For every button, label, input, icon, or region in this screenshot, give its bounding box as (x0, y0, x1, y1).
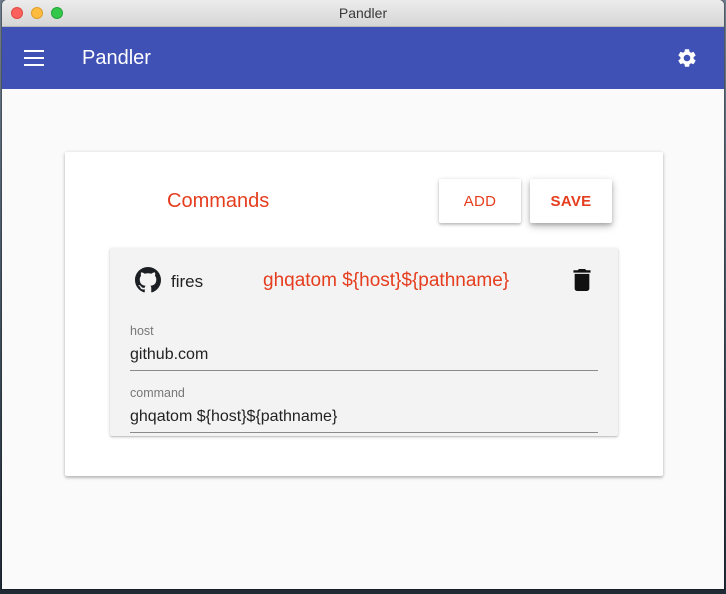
github-icon (135, 267, 161, 293)
host-label: host (130, 324, 154, 338)
window-title: Pandler (338, 5, 388, 21)
menu-icon[interactable] (24, 50, 44, 66)
commands-card: Commands ADD SAVE fires ghqatom ${host}$… (65, 152, 663, 476)
maximize-window-button[interactable] (51, 7, 63, 19)
command-name: fires (171, 272, 204, 291)
app-bar: Pandler (2, 27, 724, 89)
close-window-button[interactable] (11, 7, 23, 19)
save-button[interactable]: SAVE (530, 179, 612, 223)
app-title: Pandler (82, 46, 151, 69)
window-controls (11, 7, 63, 19)
app-window: Pandler Pandler Commands ADD SAVE fires … (2, 0, 724, 589)
commands-title: Commands (167, 190, 270, 212)
add-button[interactable]: ADD (439, 179, 521, 223)
host-input[interactable] (130, 344, 598, 371)
gear-icon[interactable] (676, 47, 698, 69)
trash-icon[interactable] (573, 269, 591, 291)
host-field: host (130, 324, 598, 371)
minimize-window-button[interactable] (31, 7, 43, 19)
command-label: command (130, 386, 185, 400)
command-field: command (130, 386, 598, 433)
command-input[interactable] (130, 406, 598, 433)
command-item: fires ghqatom ${host}${pathname} host co… (110, 248, 618, 436)
window-titlebar: Pandler (2, 0, 724, 27)
command-preview: ghqatom ${host}${pathname} (263, 270, 510, 291)
